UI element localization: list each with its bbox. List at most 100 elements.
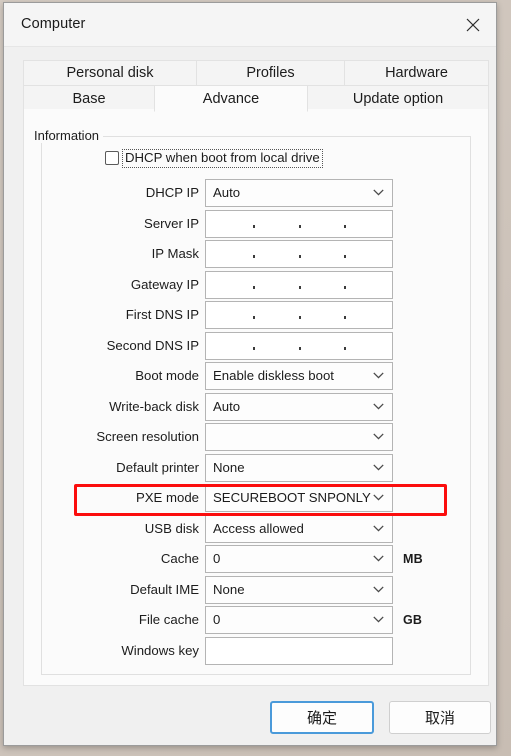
- tab-advance[interactable]: Advance: [154, 85, 308, 112]
- ip-dot: [299, 225, 301, 228]
- label-wrap: Screen resolution: [23, 423, 199, 451]
- chevron-down-icon[interactable]: [373, 464, 384, 471]
- dhcp-local-drive-checkbox[interactable]: [105, 151, 119, 165]
- ip-dot: [253, 347, 255, 350]
- unit-cache: MB: [403, 552, 423, 566]
- computer-dialog: Computer Personal disk Profiles Hardware…: [3, 2, 497, 746]
- input-windows-key[interactable]: [205, 637, 393, 665]
- label-wrap: Default IME: [23, 576, 199, 604]
- information-legend: Information: [30, 128, 104, 143]
- label-windows-key: Windows key: [121, 643, 199, 658]
- unit-file-cache: GB: [403, 613, 423, 627]
- value-pxe-mode: SECUREBOOT SNPONLY: [213, 490, 371, 505]
- combo-boot-mode[interactable]: Enable diskless boot: [205, 362, 393, 390]
- combo-dhcp-ip[interactable]: Auto: [205, 179, 393, 207]
- label-default-printer: Default printer: [116, 460, 199, 475]
- chevron-down-icon[interactable]: [373, 403, 384, 410]
- combo-screen-resolution[interactable]: [205, 423, 393, 451]
- combo-pxe-mode[interactable]: SECUREBOOT SNPONLY: [205, 484, 393, 512]
- label-write-back-disk: Write-back disk: [109, 399, 199, 414]
- input-server-ip[interactable]: [205, 210, 393, 238]
- chevron-down-icon[interactable]: [373, 494, 384, 501]
- label-server-ip: Server IP: [144, 216, 199, 231]
- value-file-cache: 0: [213, 612, 221, 627]
- tab-strip: Personal disk Profiles Hardware Base Adv…: [23, 60, 489, 112]
- tab-update-option[interactable]: Update option: [307, 85, 489, 112]
- ok-button[interactable]: 确定: [270, 701, 374, 734]
- label-wrap: Boot mode: [23, 362, 199, 390]
- value-dhcp-ip: Auto: [213, 185, 241, 200]
- value-write-back-disk: Auto: [213, 399, 241, 414]
- label-wrap: Server IP: [23, 210, 199, 238]
- ip-dot: [253, 316, 255, 319]
- value-boot-mode: Enable diskless boot: [213, 368, 334, 383]
- chevron-down-icon[interactable]: [373, 372, 384, 379]
- combo-write-back-disk[interactable]: Auto: [205, 393, 393, 421]
- label-wrap: File cache: [23, 606, 199, 634]
- label-usb-disk: USB disk: [144, 521, 199, 536]
- ip-dot: [299, 286, 301, 289]
- combo-file-cache[interactable]: 0: [205, 606, 393, 634]
- ip-separators: [206, 333, 392, 359]
- close-icon[interactable]: [449, 3, 496, 46]
- ip-separators: [206, 211, 392, 237]
- ip-dot: [344, 225, 346, 228]
- combo-default-printer[interactable]: None: [205, 454, 393, 482]
- window-title: Computer: [21, 16, 86, 32]
- ip-dot: [299, 347, 301, 350]
- chevron-down-icon[interactable]: [373, 189, 384, 196]
- combo-cache[interactable]: 0: [205, 545, 393, 573]
- label-dhcp-ip: DHCP IP: [145, 185, 199, 200]
- ip-dot: [253, 255, 255, 258]
- title-bar: Computer: [4, 3, 496, 47]
- label-wrap: Windows key: [23, 637, 199, 665]
- input-first-dns-ip[interactable]: [205, 301, 393, 329]
- input-ip-mask[interactable]: [205, 240, 393, 268]
- tab-personal-disk[interactable]: Personal disk: [23, 60, 197, 86]
- dhcp-local-drive-checkbox-row[interactable]: DHCP when boot from local drive: [105, 147, 323, 169]
- chevron-down-icon[interactable]: [373, 525, 384, 532]
- chevron-down-icon[interactable]: [373, 616, 384, 623]
- ip-dot: [344, 286, 346, 289]
- label-wrap: PXE mode: [23, 484, 199, 512]
- combo-default-ime[interactable]: None: [205, 576, 393, 604]
- label-pxe-mode: PXE mode: [135, 490, 199, 505]
- label-wrap: Cache: [23, 545, 199, 573]
- ip-dot: [299, 255, 301, 258]
- label-boot-mode: Boot mode: [135, 368, 199, 383]
- label-ip-mask: IP Mask: [151, 246, 199, 261]
- label-wrap: Write-back disk: [23, 393, 199, 421]
- ip-separators: [206, 272, 392, 298]
- dhcp-local-drive-label: DHCP when boot from local drive: [122, 148, 323, 168]
- label-second-dns-ip: Second DNS IP: [106, 338, 199, 353]
- cancel-button[interactable]: 取消: [389, 701, 491, 734]
- label-wrap: Second DNS IP: [23, 332, 199, 360]
- tab-profiles[interactable]: Profiles: [196, 60, 345, 86]
- ip-dot: [344, 255, 346, 258]
- combo-usb-disk[interactable]: Access allowed: [205, 515, 393, 543]
- label-wrap: Default printer: [23, 454, 199, 482]
- value-usb-disk: Access allowed: [213, 521, 304, 536]
- value-default-printer: None: [213, 460, 245, 475]
- value-cache: 0: [213, 551, 221, 566]
- ip-dot: [299, 316, 301, 319]
- chevron-down-icon[interactable]: [373, 555, 384, 562]
- tab-hardware[interactable]: Hardware: [344, 60, 489, 86]
- ip-dot: [253, 286, 255, 289]
- label-gateway-ip: Gateway IP: [130, 277, 199, 292]
- ip-separators: [206, 302, 392, 328]
- input-second-dns-ip[interactable]: [205, 332, 393, 360]
- input-gateway-ip[interactable]: [205, 271, 393, 299]
- label-wrap: DHCP IP: [23, 179, 199, 207]
- ip-dot: [344, 347, 346, 350]
- label-screen-resolution: Screen resolution: [96, 429, 199, 444]
- tab-base[interactable]: Base: [23, 85, 155, 112]
- label-wrap: Gateway IP: [23, 271, 199, 299]
- ip-dot: [344, 316, 346, 319]
- label-first-dns-ip: First DNS IP: [125, 307, 199, 322]
- chevron-down-icon[interactable]: [373, 433, 384, 440]
- chevron-down-icon[interactable]: [373, 586, 384, 593]
- label-default-ime: Default IME: [130, 582, 199, 597]
- ip-dot: [253, 225, 255, 228]
- label-wrap: USB disk: [23, 515, 199, 543]
